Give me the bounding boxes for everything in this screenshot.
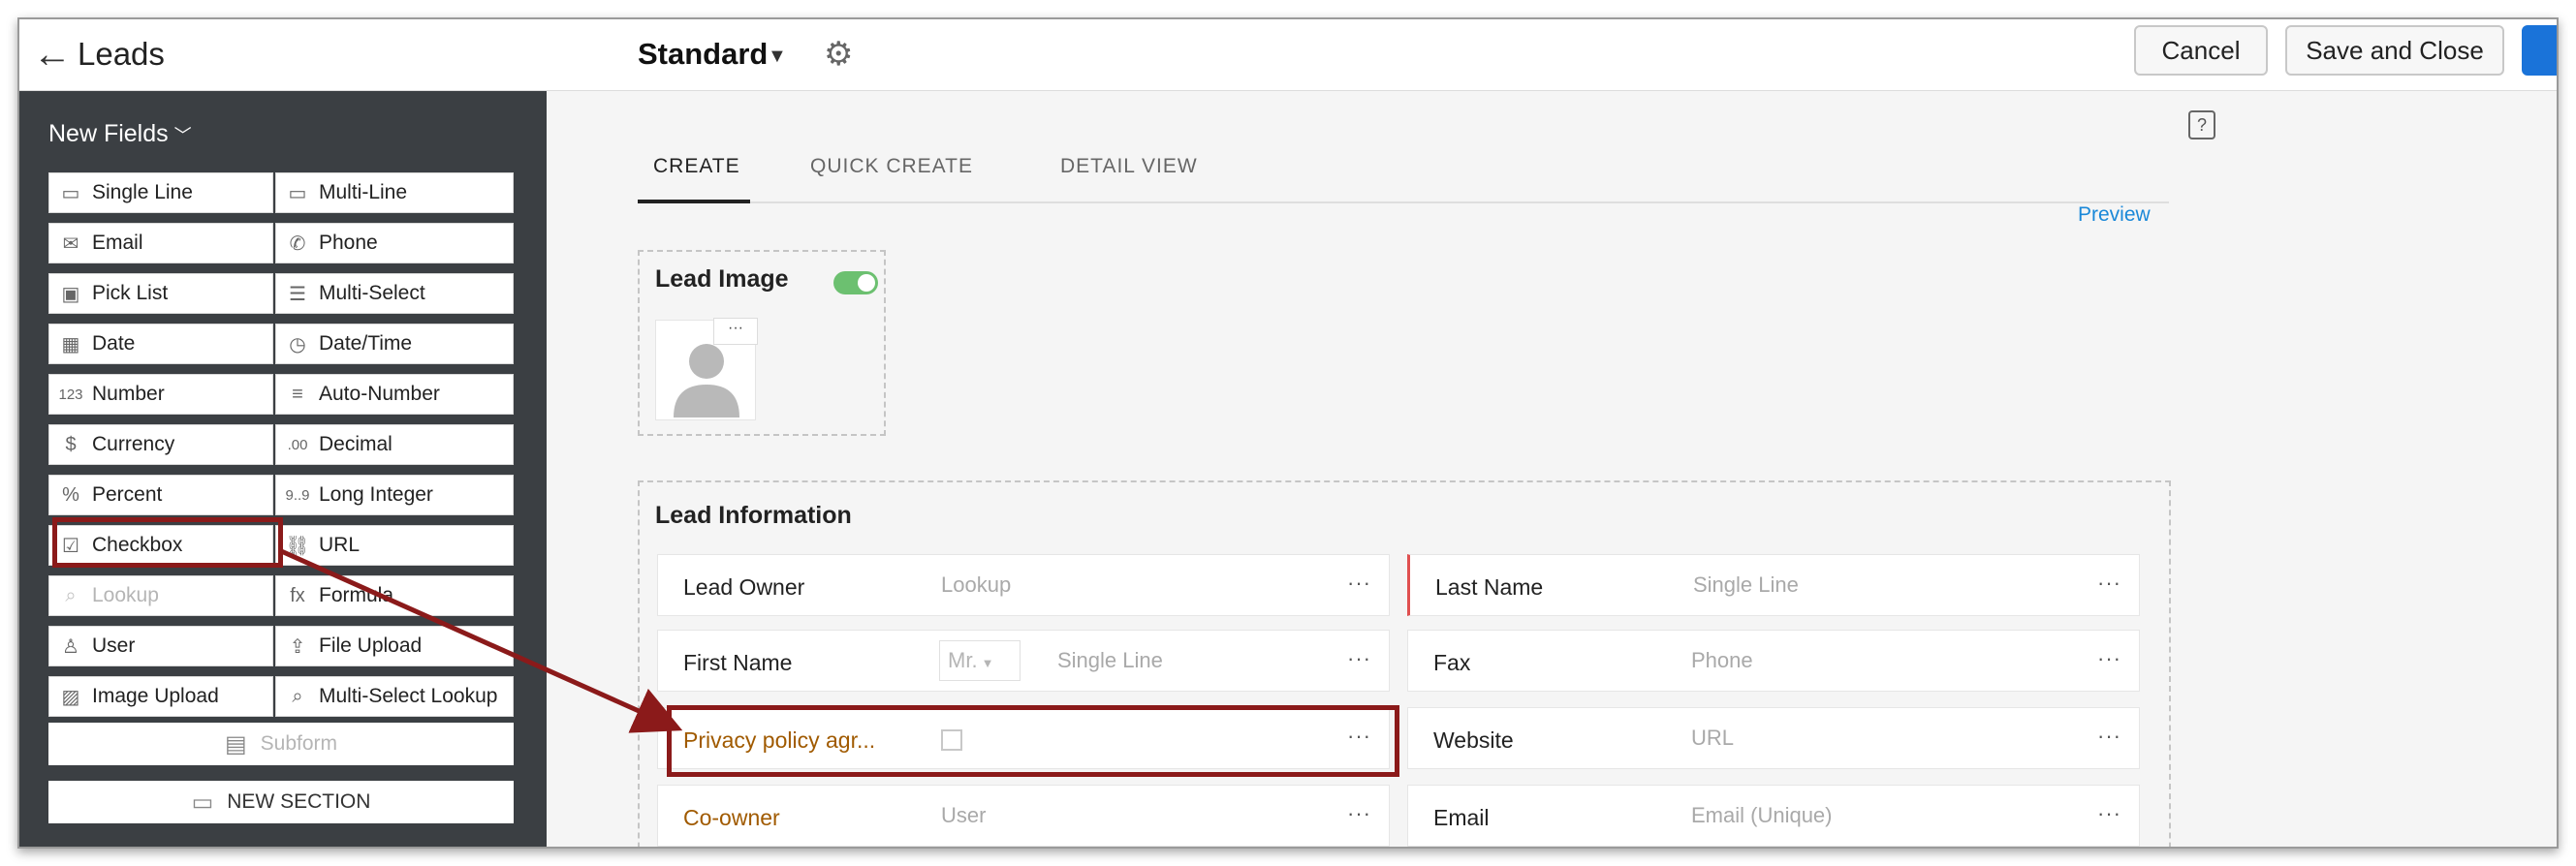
app-window: ← Leads Standard ▼ ⚙ Cancel Save and Clo… (17, 17, 2559, 849)
drag-arrow (277, 547, 683, 733)
